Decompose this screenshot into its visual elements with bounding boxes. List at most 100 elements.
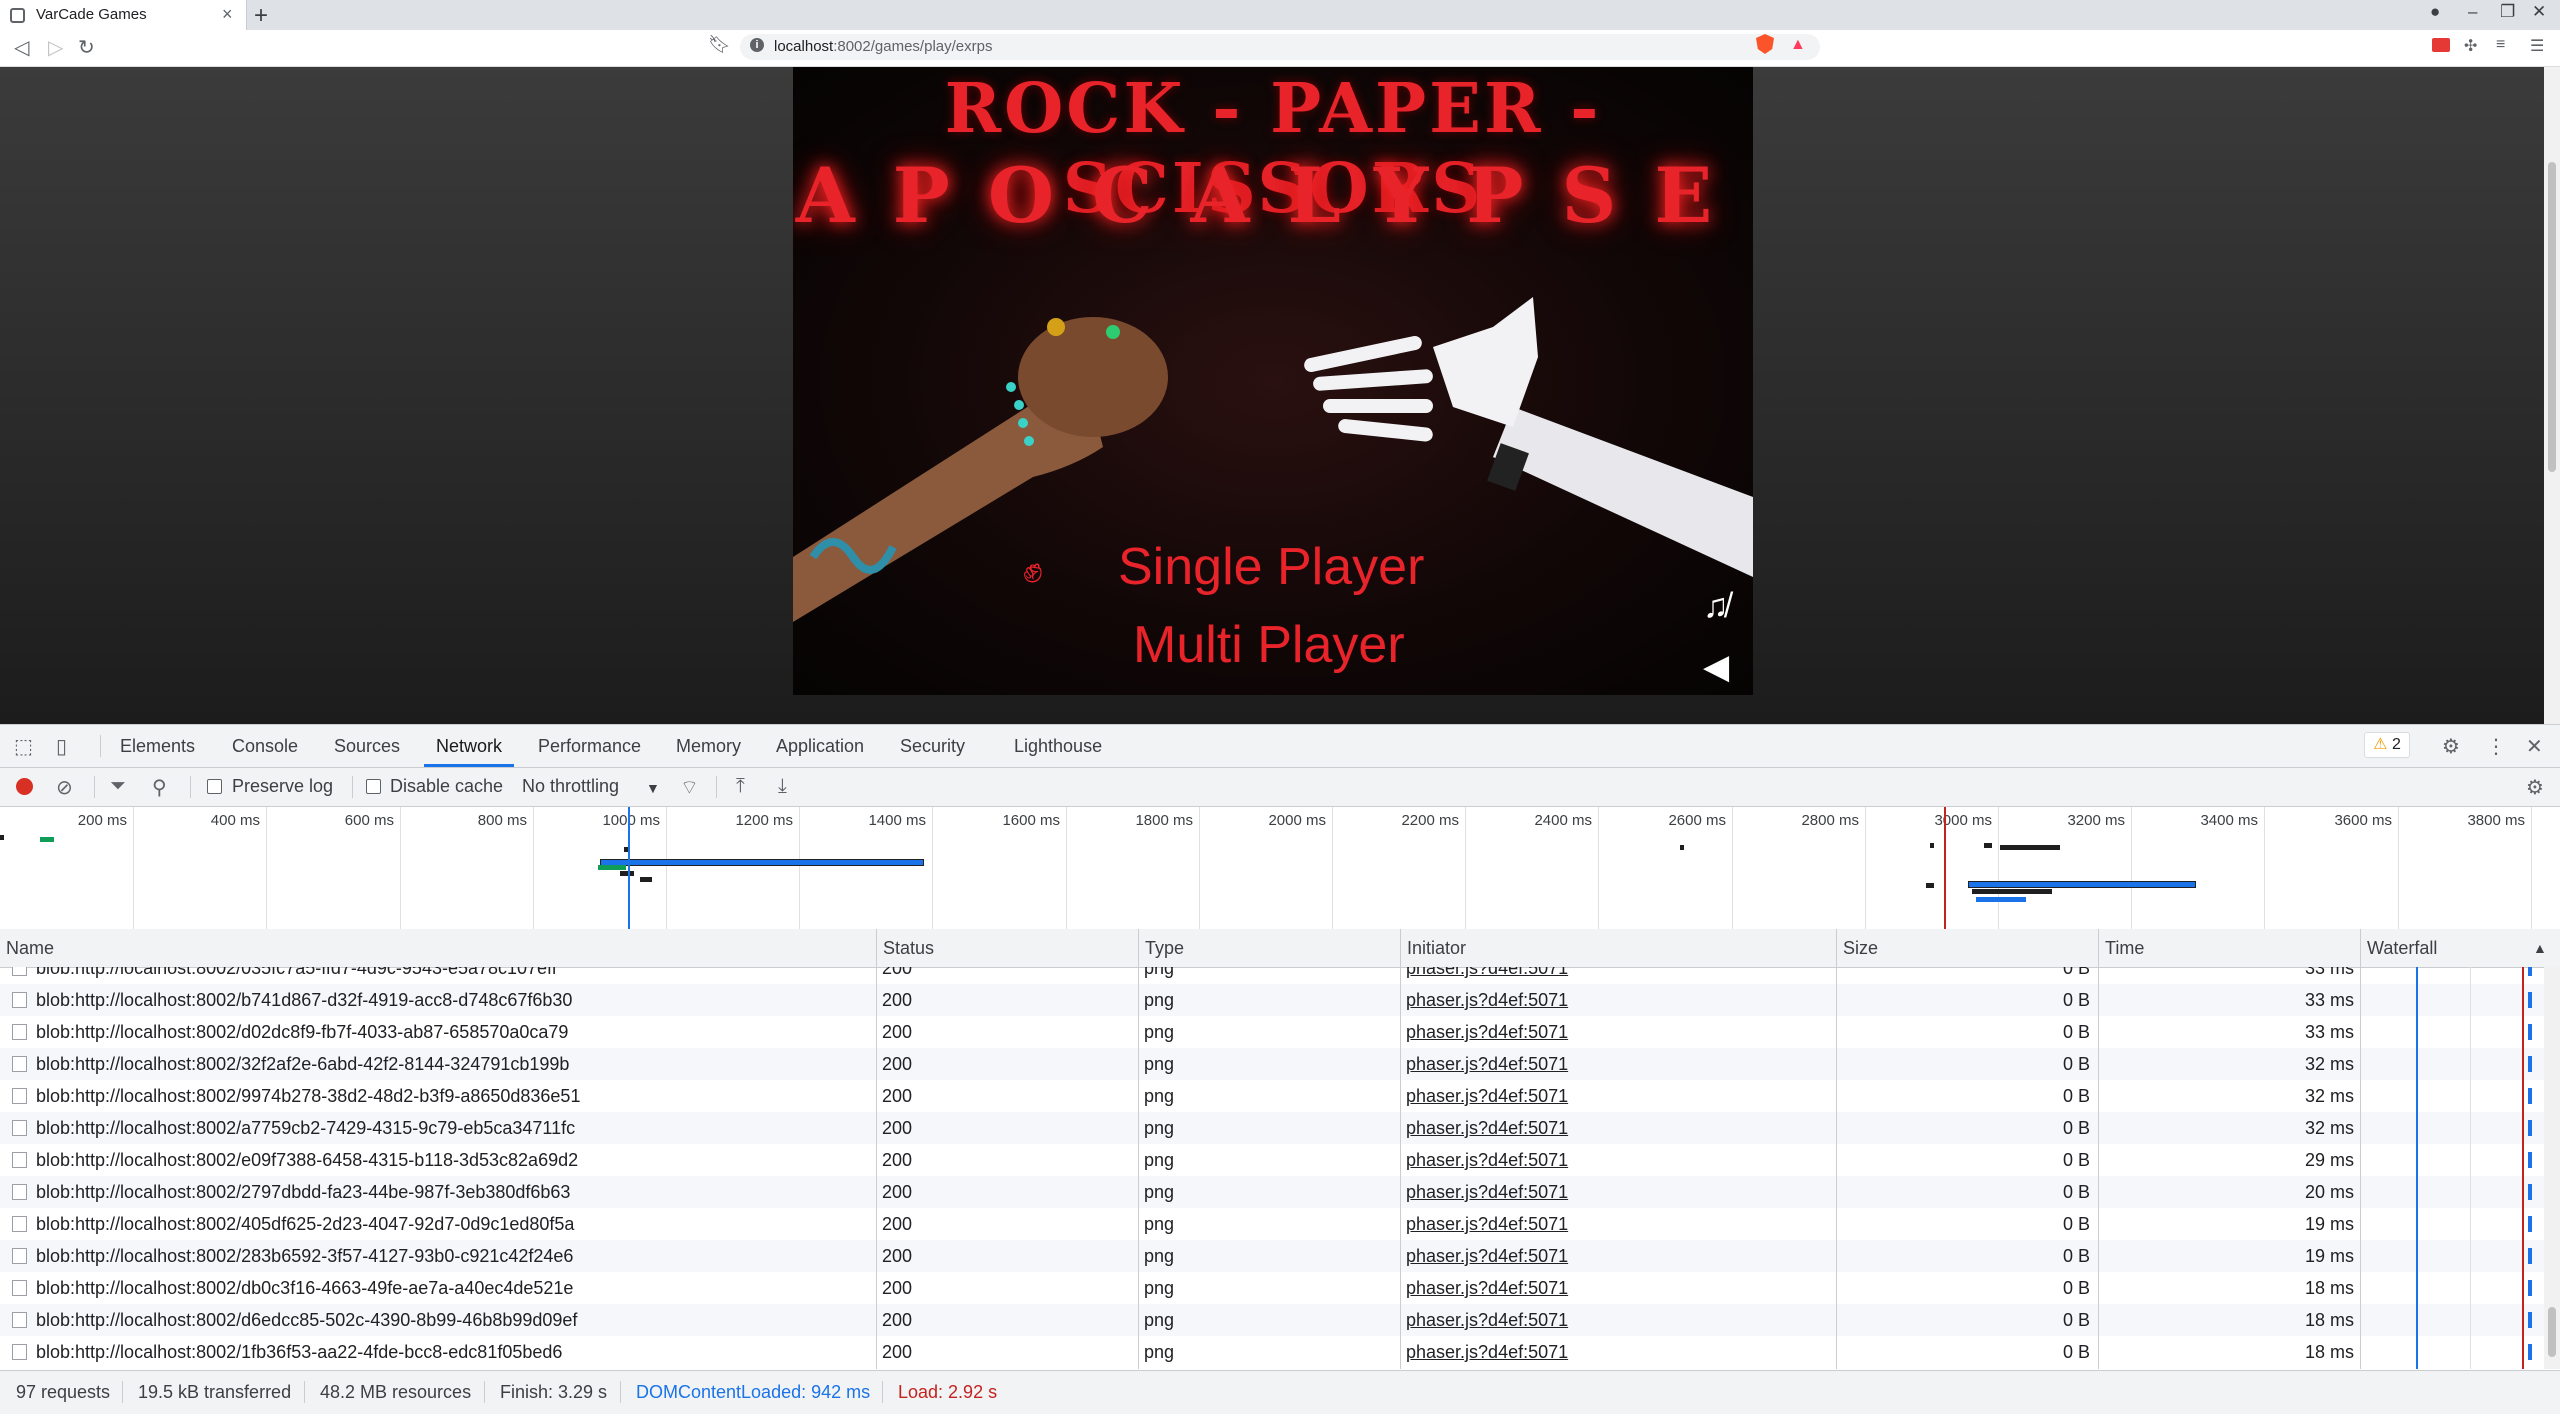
settings-gear-icon[interactable]: ⚙ xyxy=(2442,734,2460,759)
page-scrollbar[interactable] xyxy=(2544,67,2560,724)
media-queue-icon[interactable]: ≡ xyxy=(2496,36,2505,54)
import-har-icon[interactable]: ⤒ xyxy=(736,775,745,798)
reload-icon[interactable]: ↻ xyxy=(78,35,95,60)
table-row[interactable]: blob:http://localhost:8002/2797dbdd-fa23… xyxy=(0,1176,2544,1208)
request-initiator-link[interactable]: phaser.js?d4ef:5071 xyxy=(1406,1240,1826,1272)
table-row[interactable]: blob:http://localhost:8002/e09f7388-6458… xyxy=(0,1144,2544,1176)
extension-icon[interactable] xyxy=(2432,38,2450,52)
table-row[interactable]: blob:http://localhost:8002/283b6592-3f57… xyxy=(0,1240,2544,1272)
address-bar[interactable]: i localhost:8002/games/play/exrps xyxy=(740,34,1820,60)
request-initiator-link[interactable]: phaser.js?d4ef:5071 xyxy=(1406,1112,1826,1144)
request-name[interactable]: blob:http://localhost:8002/32f2af2e-6abd… xyxy=(36,1048,872,1080)
column-status[interactable]: Status xyxy=(876,929,1138,967)
table-row[interactable]: blob:http://localhost:8002/035fc7a5-ffd7… xyxy=(0,967,2544,984)
tab-security[interactable]: Security xyxy=(900,725,965,767)
table-row[interactable]: blob:http://localhost:8002/9974b278-38d2… xyxy=(0,1080,2544,1112)
network-overview[interactable]: 200 ms 400 ms 600 ms 800 ms 1000 ms 1200 ms 14… xyxy=(0,807,2560,930)
table-row[interactable]: blob:http://localhost:8002/a7759cb2-7429… xyxy=(0,1112,2544,1144)
clear-icon[interactable]: ⊘ xyxy=(56,775,73,800)
menu-icon[interactable]: ☰ xyxy=(2530,36,2544,56)
tab-sources[interactable]: Sources xyxy=(334,725,400,767)
tab-performance[interactable]: Performance xyxy=(538,725,641,767)
table-scrollbar[interactable] xyxy=(2544,967,2560,1369)
forward-icon[interactable]: ▷ xyxy=(48,35,63,60)
timeline-tick-label: 2000 ms xyxy=(1268,812,1326,829)
disable-cache-checkbox[interactable] xyxy=(366,779,381,794)
request-initiator-link[interactable]: phaser.js?d4ef:5071 xyxy=(1406,984,1826,1016)
brave-rewards-icon[interactable]: ▲ xyxy=(1790,36,1806,54)
chevron-down-icon[interactable]: ▼ xyxy=(646,780,660,796)
close-window-button[interactable]: ✕ xyxy=(2532,2,2546,22)
request-name[interactable]: blob:http://localhost:8002/035fc7a5-ffd7… xyxy=(36,967,872,984)
request-initiator-link[interactable]: phaser.js?d4ef:5071 xyxy=(1406,1304,1826,1336)
request-name[interactable]: blob:http://localhost:8002/b741d867-d32f… xyxy=(36,984,872,1016)
filter-icon[interactable]: ⏷ xyxy=(110,775,126,798)
request-name[interactable]: blob:http://localhost:8002/db0c3f16-4663… xyxy=(36,1272,872,1304)
request-name[interactable]: blob:http://localhost:8002/9974b278-38d2… xyxy=(36,1080,872,1112)
tab-console[interactable]: Console xyxy=(232,725,298,767)
more-options-icon[interactable]: ⋮ xyxy=(2486,734,2506,759)
game-canvas[interactable]: ROCK - PAPER - SCISSORS APOCALYPSE ✊︎ Si… xyxy=(793,67,1753,695)
tab-memory[interactable]: Memory xyxy=(676,725,741,767)
throttling-select[interactable]: No throttling xyxy=(522,776,619,797)
table-row[interactable]: blob:http://localhost:8002/d6edcc85-502c… xyxy=(0,1304,2544,1336)
close-devtools-icon[interactable]: ✕ xyxy=(2526,734,2543,759)
request-initiator-link[interactable]: phaser.js?d4ef:5071 xyxy=(1406,1048,1826,1080)
tab-application[interactable]: Application xyxy=(776,725,864,767)
table-row[interactable]: blob:http://localhost:8002/db0c3f16-4663… xyxy=(0,1272,2544,1304)
tab-elements[interactable]: Elements xyxy=(120,725,195,767)
column-waterfall[interactable]: Waterfall ▲ xyxy=(2360,929,2560,967)
minimize-button[interactable]: – xyxy=(2468,2,2477,22)
preserve-log-checkbox[interactable] xyxy=(207,779,222,794)
request-name[interactable]: blob:http://localhost:8002/d02dc8f9-fb7f… xyxy=(36,1016,872,1048)
table-row[interactable]: blob:http://localhost:8002/32f2af2e-6abd… xyxy=(0,1048,2544,1080)
site-info-icon[interactable]: i xyxy=(750,38,764,52)
request-initiator-link[interactable]: phaser.js?d4ef:5071 xyxy=(1406,1016,1826,1048)
request-initiator-link[interactable]: phaser.js?d4ef:5071 xyxy=(1406,1144,1826,1176)
request-name[interactable]: blob:http://localhost:8002/e09f7388-6458… xyxy=(36,1144,872,1176)
tab-network[interactable]: Network xyxy=(424,725,515,767)
sound-icon[interactable]: ◀ xyxy=(1703,647,1729,687)
column-time[interactable]: Time xyxy=(2098,929,2360,967)
request-name[interactable]: blob:http://localhost:8002/d6edcc85-502c… xyxy=(36,1304,872,1336)
tab-lighthouse[interactable]: Lighthouse xyxy=(1014,725,1102,767)
music-muted-icon[interactable]: ♫̸ xyxy=(1703,587,1729,626)
request-initiator-link[interactable]: phaser.js?d4ef:5071 xyxy=(1406,1272,1826,1304)
timeline-tick-label: 1000 ms xyxy=(602,812,660,829)
request-initiator-link[interactable]: phaser.js?d4ef:5071 xyxy=(1406,1336,1826,1368)
multi-player-button[interactable]: Multi Player xyxy=(1133,615,1405,675)
record-button[interactable] xyxy=(16,778,33,795)
warnings-badge[interactable]: ⚠ 2 xyxy=(2364,732,2410,758)
table-row[interactable]: blob:http://localhost:8002/405df625-2d23… xyxy=(0,1208,2544,1240)
device-toolbar-icon[interactable]: ▯ xyxy=(56,734,67,759)
table-row[interactable]: blob:http://localhost:8002/b741d867-d32f… xyxy=(0,984,2544,1016)
request-initiator-link[interactable]: phaser.js?d4ef:5071 xyxy=(1406,967,1826,984)
restore-button[interactable]: ❐ xyxy=(2500,2,2515,22)
network-settings-icon[interactable]: ⚙ xyxy=(2526,775,2544,800)
export-har-icon[interactable]: ⤓ xyxy=(778,775,787,798)
new-tab-button[interactable]: + xyxy=(254,2,268,30)
extensions-puzzle-icon[interactable]: ✣ xyxy=(2464,36,2477,56)
search-icon[interactable]: ⚲ xyxy=(152,775,167,800)
table-row[interactable]: blob:http://localhost:8002/1fb36f53-aa22… xyxy=(0,1336,2544,1368)
close-tab-icon[interactable]: × xyxy=(222,4,233,25)
request-name[interactable]: blob:http://localhost:8002/2797dbdd-fa23… xyxy=(36,1176,872,1208)
column-initiator[interactable]: Initiator xyxy=(1400,929,1836,967)
request-name[interactable]: blob:http://localhost:8002/405df625-2d23… xyxy=(36,1208,872,1240)
column-name[interactable]: Name xyxy=(0,929,876,967)
inspect-element-icon[interactable]: ⬚ xyxy=(14,734,33,759)
back-icon[interactable]: ◁ xyxy=(14,35,29,60)
profile-icon[interactable]: ● xyxy=(2430,2,2440,22)
request-initiator-link[interactable]: phaser.js?d4ef:5071 xyxy=(1406,1176,1826,1208)
column-type[interactable]: Type xyxy=(1138,929,1400,967)
bookmark-icon[interactable]: 🔖︎ xyxy=(708,34,731,55)
network-conditions-icon[interactable]: ⌔ xyxy=(680,775,699,800)
request-initiator-link[interactable]: phaser.js?d4ef:5071 xyxy=(1406,1208,1826,1240)
column-size[interactable]: Size xyxy=(1836,929,2098,967)
request-name[interactable]: blob:http://localhost:8002/1fb36f53-aa22… xyxy=(36,1336,872,1368)
request-name[interactable]: blob:http://localhost:8002/283b6592-3f57… xyxy=(36,1240,872,1272)
request-name[interactable]: blob:http://localhost:8002/a7759cb2-7429… xyxy=(36,1112,872,1144)
request-initiator-link[interactable]: phaser.js?d4ef:5071 xyxy=(1406,1080,1826,1112)
browser-tab[interactable]: VarCade Games × xyxy=(0,0,247,30)
table-row[interactable]: blob:http://localhost:8002/d02dc8f9-fb7f… xyxy=(0,1016,2544,1048)
